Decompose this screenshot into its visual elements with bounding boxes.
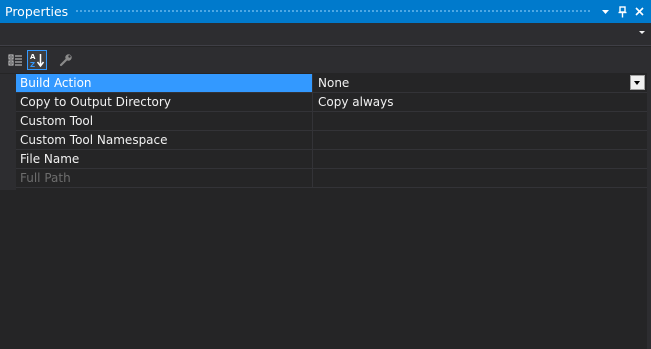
svg-text:Z: Z xyxy=(30,61,35,68)
title-bar-grip[interactable] xyxy=(75,9,591,14)
property-value[interactable] xyxy=(314,169,647,187)
properties-title-bar[interactable]: Properties xyxy=(0,0,651,23)
property-name[interactable]: Full Path xyxy=(16,169,313,187)
properties-toolbar: A Z xyxy=(0,47,651,73)
property-row[interactable]: Build Action None xyxy=(16,74,647,93)
property-row[interactable]: Full Path xyxy=(16,169,647,188)
pin-button[interactable] xyxy=(614,0,631,23)
property-name[interactable]: File Name xyxy=(16,150,313,168)
property-name[interactable]: Custom Tool xyxy=(16,112,313,130)
property-name[interactable]: Custom Tool Namespace xyxy=(16,131,313,149)
svg-text:A: A xyxy=(30,53,36,61)
categorized-button[interactable] xyxy=(5,50,25,70)
dropdown-arrow-icon xyxy=(602,9,609,14)
object-selector-combo[interactable] xyxy=(0,23,651,46)
property-name[interactable]: Build Action xyxy=(16,74,313,92)
property-value[interactable] xyxy=(314,150,647,168)
property-value[interactable] xyxy=(314,131,647,149)
property-value[interactable] xyxy=(314,112,647,130)
wrench-icon xyxy=(59,54,72,67)
alphabetical-button[interactable]: A Z xyxy=(27,50,47,70)
property-value[interactable]: None xyxy=(314,74,647,92)
property-name[interactable]: Copy to Output Directory xyxy=(16,93,313,111)
window-position-dropdown-button[interactable] xyxy=(597,0,614,23)
property-row[interactable]: Custom Tool Namespace xyxy=(16,131,647,150)
sort-alphabetical-icon: A Z xyxy=(30,53,45,68)
window-title: Properties xyxy=(5,4,69,19)
property-row[interactable]: File Name xyxy=(16,150,647,169)
property-value[interactable]: Copy always xyxy=(314,93,647,111)
close-button[interactable] xyxy=(631,0,648,23)
property-grid: Build Action None Copy to Output Directory… xyxy=(0,74,647,349)
property-pages-button[interactable] xyxy=(56,50,76,70)
close-icon xyxy=(635,7,644,16)
property-row[interactable]: Custom Tool xyxy=(16,112,647,131)
grid-gutter xyxy=(0,74,16,190)
grid-right-edge xyxy=(647,47,651,349)
categorized-icon xyxy=(8,54,22,65)
value-dropdown-button[interactable] xyxy=(630,75,645,90)
chevron-down-icon[interactable] xyxy=(639,31,645,34)
property-row[interactable]: Copy to Output Directory Copy always xyxy=(16,93,647,112)
pin-icon xyxy=(618,5,627,17)
